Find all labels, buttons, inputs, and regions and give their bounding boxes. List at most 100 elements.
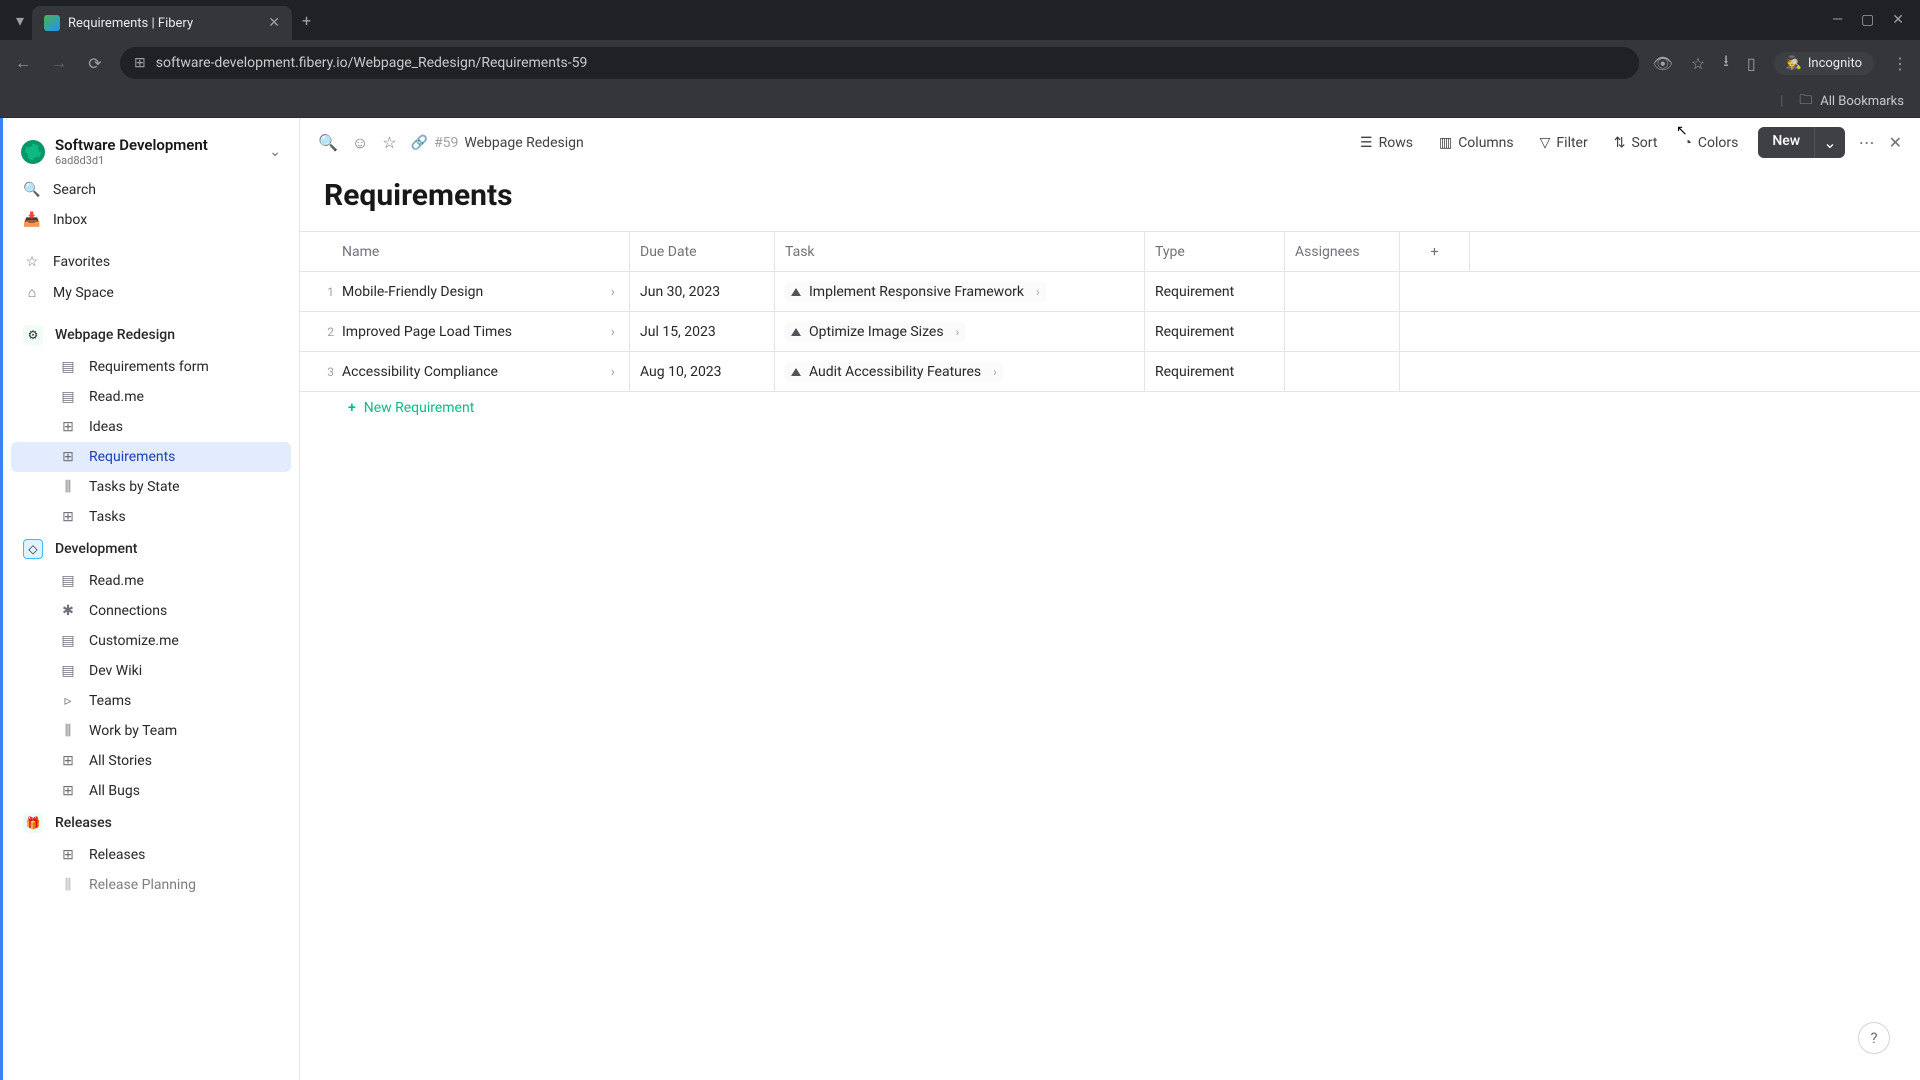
table-row[interactable]: 1 Mobile-Friendly Design › Jun 30, 2023 …	[300, 272, 1920, 312]
emoji-icon[interactable]: ☺	[352, 133, 368, 153]
new-tab-button[interactable]: +	[292, 7, 321, 34]
active-tab[interactable]: Requirements | Fibery ✕	[32, 6, 292, 40]
sidebar-item-dev-wiki[interactable]: ▤Dev Wiki	[11, 656, 291, 686]
task-label: Optimize Image Sizes	[809, 324, 944, 340]
back-button[interactable]: ←	[12, 53, 34, 73]
cell-task[interactable]: Implement Responsive Framework ›	[775, 272, 1145, 311]
cell-type[interactable]: Requirement	[1145, 272, 1285, 311]
eye-off-icon[interactable]: 👁	[1653, 54, 1673, 73]
sidebar-space-development[interactable]: ◇Development	[11, 532, 291, 566]
sidebar-item-ideas[interactable]: ⊞Ideas	[11, 412, 291, 442]
bookmark-star-icon[interactable]: ☆	[1691, 54, 1705, 73]
header-name[interactable]: Name	[300, 232, 630, 271]
sidebar-item-readme[interactable]: ▤Read.me	[11, 382, 291, 412]
cell-name[interactable]: 3 Accessibility Compliance ›	[300, 352, 630, 391]
help-button[interactable]: ?	[1858, 1022, 1890, 1054]
close-window-icon[interactable]: ✕	[1892, 12, 1904, 28]
chevron-right-icon[interactable]: ›	[993, 365, 997, 379]
table-row[interactable]: 3 Accessibility Compliance › Aug 10, 202…	[300, 352, 1920, 392]
sidebar-search[interactable]: 🔍Search	[11, 175, 291, 205]
chevron-right-icon[interactable]: ›	[607, 364, 619, 380]
search-icon[interactable]: 🔍	[318, 133, 338, 152]
chrome-menu-icon[interactable]: ⋮	[1892, 54, 1908, 73]
sidebar-inbox[interactable]: 📥Inbox	[11, 205, 291, 235]
columns-button[interactable]: ▥Columns	[1433, 131, 1520, 155]
reload-button[interactable]: ⟳	[84, 54, 106, 73]
button-label: Sort	[1631, 135, 1657, 151]
maximize-icon[interactable]: ▢	[1861, 12, 1874, 28]
cell-assignees[interactable]	[1285, 312, 1400, 351]
sidebar-item-all-stories[interactable]: ⊞All Stories	[11, 746, 291, 776]
filter-button[interactable]: ▽Filter	[1534, 131, 1594, 155]
cell-assignees[interactable]	[1285, 352, 1400, 391]
sidebar-item-customize[interactable]: ▤Customize.me	[11, 626, 291, 656]
sidebar-item-all-bugs[interactable]: ⊞All Bugs	[11, 776, 291, 806]
chevron-down-icon[interactable]: ⌄	[269, 144, 281, 160]
chevron-right-icon[interactable]: ›	[956, 325, 960, 339]
sidebar-item-label: Inbox	[53, 212, 87, 228]
sidebar-favorites[interactable]: ☆Favorites	[11, 247, 291, 277]
sidebar-item-work-by-team[interactable]: ⫼Work by Team	[11, 716, 291, 746]
doc-icon: ▤	[59, 663, 77, 679]
task-icon	[791, 368, 801, 376]
add-column-button[interactable]: +	[1400, 232, 1470, 271]
new-dropdown[interactable]: ⌄	[1814, 127, 1844, 158]
sort-button[interactable]: ⇅Sort	[1608, 131, 1664, 155]
sidebar-item-tasks-by-state[interactable]: ⫼Tasks by State	[11, 472, 291, 502]
header-assignees[interactable]: Assignees	[1285, 232, 1400, 271]
cell-type[interactable]: Requirement	[1145, 352, 1285, 391]
incognito-badge[interactable]: 🕵 Incognito	[1774, 52, 1874, 75]
close-tab-icon[interactable]: ✕	[268, 15, 280, 31]
sidebar-space-releases[interactable]: 🎁Releases	[11, 806, 291, 840]
sidebar-space-webpage-redesign[interactable]: ⚙Webpage Redesign	[11, 318, 291, 352]
sidebar-item-releases[interactable]: ⊞Releases	[11, 840, 291, 870]
site-info-icon[interactable]: ⊞	[134, 55, 146, 71]
tab-search-dropdown[interactable]: ▾	[8, 7, 32, 34]
sidebar-item-teams[interactable]: ▹Teams	[11, 686, 291, 716]
url-input[interactable]: ⊞ software-development.fibery.io/Webpage…	[120, 47, 1639, 79]
cell-due[interactable]: Jul 15, 2023	[630, 312, 775, 351]
task-chip[interactable]: Audit Accessibility Features ›	[785, 362, 1003, 382]
all-bookmarks-link[interactable]: All Bookmarks	[1820, 94, 1904, 109]
chevron-right-icon[interactable]: ›	[1036, 285, 1040, 299]
breadcrumb[interactable]: 🔗 #59 Webpage Redesign	[411, 135, 584, 151]
more-icon[interactable]: ⋯	[1859, 133, 1875, 152]
side-panel-icon[interactable]: ▯	[1747, 54, 1756, 73]
header-type[interactable]: Type	[1145, 232, 1285, 271]
cell-due[interactable]: Aug 10, 2023	[630, 352, 775, 391]
sidebar-item-requirements[interactable]: ⊞Requirements	[11, 442, 291, 472]
task-chip[interactable]: Implement Responsive Framework ›	[785, 282, 1046, 302]
header-label: Due Date	[640, 244, 697, 260]
sidebar-item-tasks[interactable]: ⊞Tasks	[11, 502, 291, 532]
sidebar-item-release-planning[interactable]: ⫼Release Planning	[11, 870, 291, 900]
task-chip[interactable]: Optimize Image Sizes ›	[785, 322, 965, 342]
grid-icon: ⊞	[59, 753, 77, 769]
cell-task[interactable]: Audit Accessibility Features ›	[775, 352, 1145, 391]
sidebar-item-dev-readme[interactable]: ▤Read.me	[11, 566, 291, 596]
star-icon[interactable]: ☆	[382, 133, 396, 152]
new-requirement-button[interactable]: + New Requirement	[300, 392, 1920, 424]
sidebar-my-space[interactable]: ⌂My Space	[11, 277, 291, 308]
cell-task[interactable]: Optimize Image Sizes ›	[775, 312, 1145, 351]
cell-due[interactable]: Jun 30, 2023	[630, 272, 775, 311]
minimize-icon[interactable]: —	[1832, 12, 1843, 28]
sidebar-item-connections[interactable]: ✱Connections	[11, 596, 291, 626]
chevron-right-icon[interactable]: ›	[607, 324, 619, 340]
cell-name[interactable]: 2 Improved Page Load Times ›	[300, 312, 630, 351]
chevron-right-icon[interactable]: ›	[607, 284, 619, 300]
table-row[interactable]: 2 Improved Page Load Times › Jul 15, 202…	[300, 312, 1920, 352]
close-icon[interactable]: ✕	[1889, 133, 1902, 152]
colors-button[interactable]: ◔Colors	[1677, 130, 1744, 155]
cell-name[interactable]: 1 Mobile-Friendly Design ›	[300, 272, 630, 311]
rows-button[interactable]: ☰Rows	[1354, 131, 1419, 155]
forward-button[interactable]: →	[48, 53, 70, 73]
cell-type[interactable]: Requirement	[1145, 312, 1285, 351]
header-task[interactable]: Task	[775, 232, 1145, 271]
header-due[interactable]: Due Date	[630, 232, 775, 271]
new-button[interactable]: New	[1758, 127, 1814, 158]
sidebar-item-requirements-form[interactable]: ▤Requirements form	[11, 352, 291, 382]
cell-assignees[interactable]	[1285, 272, 1400, 311]
sidebar-item-label: Connections	[89, 603, 167, 619]
downloads-icon[interactable]: ⭳	[1723, 50, 1729, 77]
workspace-switcher[interactable]: Software Development 6ad8d3d1 ⌄	[11, 128, 291, 175]
